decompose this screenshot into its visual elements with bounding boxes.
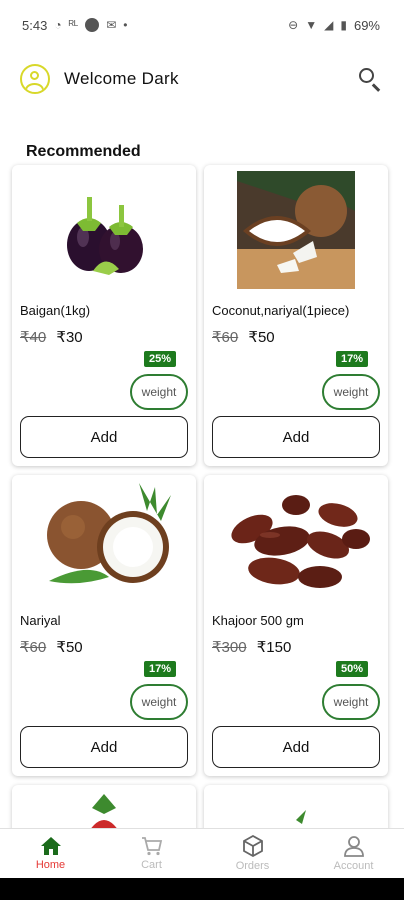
add-button[interactable]: Add — [212, 416, 380, 458]
discount-badge: 25% — [143, 351, 176, 367]
product-image — [204, 165, 388, 295]
weight-selector[interactable]: weight — [130, 374, 188, 410]
nav-home-label: Home — [35, 859, 66, 871]
discount-badge: 17% — [143, 661, 176, 677]
wifi-icon: ▼ — [305, 18, 318, 32]
add-button[interactable]: Add — [20, 416, 188, 458]
system-nav-bar — [0, 878, 404, 900]
nav-account[interactable]: Account — [303, 829, 404, 878]
discount-badge: 50% — [335, 661, 368, 677]
notification-icon: ᴿᴸ — [68, 18, 79, 32]
product-price: ₹50 — [56, 639, 83, 656]
app-header: Welcome Dark — [0, 52, 404, 106]
product-name: Coconut,nariyal(1piece) — [212, 303, 350, 318]
product-name: Khajoor 500 gm — [212, 613, 304, 628]
status-time: 5:43 — [22, 17, 48, 33]
more-notifications-icon: • — [123, 18, 128, 32]
cart-icon — [141, 837, 162, 856]
search-icon[interactable] — [356, 65, 384, 93]
nav-orders[interactable]: Orders — [202, 829, 303, 878]
product-price: ₹50 — [248, 329, 275, 346]
weight-selector[interactable]: weight — [130, 684, 188, 720]
product-card[interactable]: Khajoor 500 gm ₹300 ₹150 50% weight Add — [204, 475, 388, 776]
discount-badge: 17% — [335, 351, 368, 367]
whatsapp-icon: ◔ — [54, 18, 62, 32]
product-name: Nariyal — [20, 613, 61, 628]
section-title: Recommended — [26, 143, 141, 160]
app-notification-icon — [85, 18, 100, 32]
product-card[interactable]: Coconut,nariyal(1piece) ₹60 ₹50 17% weig… — [204, 165, 388, 466]
product-image — [204, 475, 388, 605]
signal-icon: ◢ — [324, 18, 334, 32]
nav-account-label: Account — [333, 860, 374, 872]
home-icon — [40, 837, 61, 855]
product-price: ₹150 — [256, 639, 292, 656]
battery-icon: ▮ — [340, 18, 347, 32]
product-prices: ₹60 ₹50 — [212, 328, 275, 346]
person-icon — [343, 836, 364, 857]
product-price: ₹30 — [56, 329, 83, 346]
box-icon — [242, 835, 263, 857]
avatar-icon[interactable] — [20, 64, 50, 94]
product-old-price: ₹300 — [212, 639, 247, 656]
status-left: 5:43 ◔ ᴿᴸ ✉ • — [22, 18, 127, 33]
status-bar: 5:43 ◔ ᴿᴸ ✉ • ⊖ ▼ ◢ ▮ 69% — [0, 0, 404, 50]
battery-level: 69% — [353, 17, 380, 33]
weight-selector[interactable]: weight — [322, 684, 380, 720]
nav-cart[interactable]: Cart — [101, 829, 202, 878]
nav-home[interactable]: Home — [0, 829, 101, 878]
product-image — [12, 475, 196, 605]
product-card[interactable]: Nariyal ₹60 ₹50 17% weight Add — [12, 475, 196, 776]
product-card[interactable]: Baigan(1kg) ₹40 ₹30 25% weight Add — [12, 165, 196, 466]
weight-selector[interactable]: weight — [322, 374, 380, 410]
product-prices: ₹60 ₹50 — [20, 638, 83, 656]
product-prices: ₹300 ₹150 — [212, 638, 291, 656]
bottom-nav: Home Cart Orders Account — [0, 828, 404, 878]
product-name: Baigan(1kg) — [20, 303, 91, 318]
nav-orders-label: Orders — [235, 860, 270, 872]
product-old-price: ₹40 — [20, 329, 47, 346]
add-button[interactable]: Add — [20, 726, 188, 768]
product-prices: ₹40 ₹30 — [20, 328, 83, 346]
product-old-price: ₹60 — [212, 329, 239, 346]
mail-icon: ✉ — [106, 18, 117, 32]
status-right: ⊖ ▼ ◢ ▮ 69% — [288, 18, 380, 33]
welcome-text: Welcome Dark — [64, 69, 179, 88]
product-image — [12, 165, 196, 295]
product-old-price: ₹60 — [20, 639, 47, 656]
dnd-icon: ⊖ — [288, 18, 299, 32]
nav-cart-label: Cart — [141, 859, 162, 871]
add-button[interactable]: Add — [212, 726, 380, 768]
